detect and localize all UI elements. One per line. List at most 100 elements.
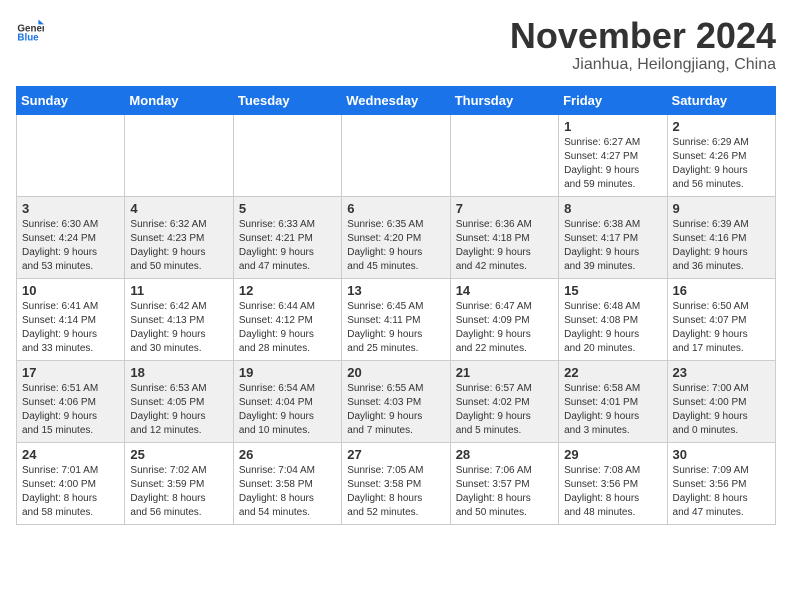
day-info: Sunrise: 7:01 AM Sunset: 4:00 PM Dayligh… [22,464,119,520]
week-row-3: 10 Sunrise: 6:41 AM Sunset: 4:14 PM Dayli… [17,278,776,360]
day-number: 22 [564,365,661,380]
day-info: Sunrise: 6:44 AM Sunset: 4:12 PM Dayligh… [239,300,336,356]
day-number: 5 [239,201,336,216]
calendar-cell [125,114,233,196]
day-number: 13 [347,283,444,298]
calendar-cell [17,114,125,196]
day-info: Sunrise: 6:54 AM Sunset: 4:04 PM Dayligh… [239,382,336,438]
day-number: 20 [347,365,444,380]
day-number: 26 [239,447,336,462]
calendar-cell: 6Sunrise: 6:35 AM Sunset: 4:20 PM Daylig… [342,196,450,278]
calendar-cell: 20Sunrise: 6:55 AM Sunset: 4:03 PM Dayli… [342,360,450,442]
calendar-cell: 2 Sunrise: 6:29 AM Sunset: 4:26 PM Daylig… [667,114,775,196]
weekday-header-monday: Monday [125,86,233,114]
day-number: 27 [347,447,444,462]
day-info: Sunrise: 6:33 AM Sunset: 4:21 PM Dayligh… [239,218,336,274]
month-title: November 2024 [510,16,776,56]
calendar-cell: 8 Sunrise: 6:38 AM Sunset: 4:17 PM Daylig… [559,196,667,278]
calendar-cell: 14 Sunrise: 6:47 AM Sunset: 4:09 PM Dayli… [450,278,558,360]
calendar-cell: 21 Sunrise: 6:57 AM Sunset: 4:02 PM Dayli… [450,360,558,442]
day-number: 29 [564,447,661,462]
calendar-cell: 1 Sunrise: 6:27 AM Sunset: 4:27 PM Daylig… [559,114,667,196]
location-title: Jianhua, Heilongjiang, China [510,56,776,74]
calendar-cell: 28 Sunrise: 7:06 AM Sunset: 3:57 PM Dayli… [450,442,558,524]
day-number: 23 [673,365,770,380]
calendar-cell: 7Sunrise: 6:36 AM Sunset: 4:18 PM Daylig… [450,196,558,278]
calendar-cell: 26 Sunrise: 7:04 AM Sunset: 3:58 PM Dayli… [233,442,341,524]
calendar-cell: 23 Sunrise: 7:00 AM Sunset: 4:00 PM Dayli… [667,360,775,442]
calendar-cell: 17Sunrise: 6:51 AM Sunset: 4:06 PM Dayli… [17,360,125,442]
weekday-header-sunday: Sunday [17,86,125,114]
day-info: Sunrise: 6:50 AM Sunset: 4:07 PM Dayligh… [673,300,770,356]
day-number: 28 [456,447,553,462]
calendar-cell: 24Sunrise: 7:01 AM Sunset: 4:00 PM Dayli… [17,442,125,524]
calendar-cell: 12 Sunrise: 6:44 AM Sunset: 4:12 PM Dayli… [233,278,341,360]
day-info: Sunrise: 6:58 AM Sunset: 4:01 PM Dayligh… [564,382,661,438]
day-number: 1 [564,119,661,134]
day-number: 15 [564,283,661,298]
day-number: 14 [456,283,553,298]
day-info: Sunrise: 6:39 AM Sunset: 4:16 PM Dayligh… [673,218,770,274]
calendar-cell: 22 Sunrise: 6:58 AM Sunset: 4:01 PM Dayli… [559,360,667,442]
weekday-header-row: SundayMondayTuesdayWednesdayThursdayFrid… [17,86,776,114]
day-info: Sunrise: 6:29 AM Sunset: 4:26 PM Dayligh… [673,136,770,192]
calendar-cell: 27Sunrise: 7:05 AM Sunset: 3:58 PM Dayli… [342,442,450,524]
calendar-cell [450,114,558,196]
day-info: Sunrise: 6:41 AM Sunset: 4:14 PM Dayligh… [22,300,119,356]
week-row-5: 24Sunrise: 7:01 AM Sunset: 4:00 PM Dayli… [17,442,776,524]
day-info: Sunrise: 7:06 AM Sunset: 3:57 PM Dayligh… [456,464,553,520]
day-info: Sunrise: 6:47 AM Sunset: 4:09 PM Dayligh… [456,300,553,356]
calendar-cell: 19 Sunrise: 6:54 AM Sunset: 4:04 PM Dayli… [233,360,341,442]
day-info: Sunrise: 6:27 AM Sunset: 4:27 PM Dayligh… [564,136,661,192]
calendar-cell: 3Sunrise: 6:30 AM Sunset: 4:24 PM Daylig… [17,196,125,278]
day-info: Sunrise: 6:51 AM Sunset: 4:06 PM Dayligh… [22,382,119,438]
day-info: Sunrise: 7:00 AM Sunset: 4:00 PM Dayligh… [673,382,770,438]
week-row-2: 3Sunrise: 6:30 AM Sunset: 4:24 PM Daylig… [17,196,776,278]
svg-text:Blue: Blue [17,33,39,44]
title-area: November 2024 Jianhua, Heilongjiang, Chi… [510,16,776,74]
weekday-header-friday: Friday [559,86,667,114]
day-info: Sunrise: 6:42 AM Sunset: 4:13 PM Dayligh… [130,300,227,356]
day-info: Sunrise: 7:04 AM Sunset: 3:58 PM Dayligh… [239,464,336,520]
calendar-cell: 5 Sunrise: 6:33 AM Sunset: 4:21 PM Daylig… [233,196,341,278]
calendar-cell: 11 Sunrise: 6:42 AM Sunset: 4:13 PM Dayli… [125,278,233,360]
calendar-cell: 29Sunrise: 7:08 AM Sunset: 3:56 PM Dayli… [559,442,667,524]
day-number: 19 [239,365,336,380]
day-info: Sunrise: 7:09 AM Sunset: 3:56 PM Dayligh… [673,464,770,520]
day-info: Sunrise: 6:48 AM Sunset: 4:08 PM Dayligh… [564,300,661,356]
calendar-cell: 15 Sunrise: 6:48 AM Sunset: 4:08 PM Dayli… [559,278,667,360]
calendar-cell: 13 Sunrise: 6:45 AM Sunset: 4:11 PM Dayli… [342,278,450,360]
day-info: Sunrise: 6:38 AM Sunset: 4:17 PM Dayligh… [564,218,661,274]
day-number: 18 [130,365,227,380]
weekday-header-saturday: Saturday [667,86,775,114]
logo-icon: General Blue [16,16,44,44]
day-info: Sunrise: 6:53 AM Sunset: 4:05 PM Dayligh… [130,382,227,438]
weekday-header-thursday: Thursday [450,86,558,114]
day-number: 2 [673,119,770,134]
day-number: 9 [673,201,770,216]
day-number: 21 [456,365,553,380]
day-number: 10 [22,283,119,298]
day-info: Sunrise: 7:02 AM Sunset: 3:59 PM Dayligh… [130,464,227,520]
day-number: 25 [130,447,227,462]
day-number: 30 [673,447,770,462]
calendar-cell: 9 Sunrise: 6:39 AM Sunset: 4:16 PM Daylig… [667,196,775,278]
calendar-cell [233,114,341,196]
calendar-cell: 16 Sunrise: 6:50 AM Sunset: 4:07 PM Dayli… [667,278,775,360]
calendar-table: SundayMondayTuesdayWednesdayThursdayFrid… [16,86,776,525]
logo: General Blue [16,16,44,44]
day-number: 3 [22,201,119,216]
day-number: 8 [564,201,661,216]
day-number: 16 [673,283,770,298]
day-info: Sunrise: 6:35 AM Sunset: 4:20 PM Dayligh… [347,218,444,274]
calendar-cell: 10 Sunrise: 6:41 AM Sunset: 4:14 PM Dayli… [17,278,125,360]
calendar-cell: 30 Sunrise: 7:09 AM Sunset: 3:56 PM Dayli… [667,442,775,524]
calendar-cell: 4Sunrise: 6:32 AM Sunset: 4:23 PM Daylig… [125,196,233,278]
day-info: Sunrise: 6:45 AM Sunset: 4:11 PM Dayligh… [347,300,444,356]
day-number: 12 [239,283,336,298]
day-info: Sunrise: 6:57 AM Sunset: 4:02 PM Dayligh… [456,382,553,438]
calendar-cell: 18 Sunrise: 6:53 AM Sunset: 4:05 PM Dayli… [125,360,233,442]
weekday-header-tuesday: Tuesday [233,86,341,114]
weekday-header-wednesday: Wednesday [342,86,450,114]
day-number: 11 [130,283,227,298]
